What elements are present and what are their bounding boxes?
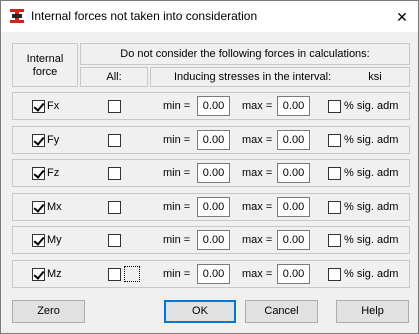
force-checkbox[interactable]	[32, 268, 45, 281]
header-internal-force: Internal force	[26, 53, 64, 78]
help-button[interactable]: Help	[336, 300, 409, 323]
min-input[interactable]: 0.00	[197, 264, 230, 284]
max-label: max =	[242, 100, 273, 112]
header-all: All:	[106, 71, 122, 83]
force-row-fx: Fx min = 0.00 max = 0.00 % sig. adm	[12, 92, 410, 120]
max-input[interactable]: 0.00	[277, 230, 310, 250]
min-label: min =	[163, 234, 191, 246]
pct-sig-adm-label: % sig. adm	[344, 234, 399, 246]
max-input[interactable]: 0.00	[277, 197, 310, 217]
max-label: max =	[242, 167, 273, 179]
max-label: max =	[242, 134, 273, 146]
pct-sig-adm-label: % sig. adm	[344, 100, 399, 112]
min-input[interactable]: 0.00	[197, 230, 230, 250]
min-label: min =	[163, 167, 191, 179]
force-row-fz: Fz min = 0.00 max = 0.00 % sig. adm	[12, 159, 410, 187]
force-checkbox[interactable]	[32, 234, 45, 247]
header-do-not-consider: Do not consider the following forces in …	[120, 48, 370, 60]
header-do-not-consider-cell: Do not consider the following forces in …	[80, 43, 410, 65]
force-row-mx: Mx min = 0.00 max = 0.00 % sig. adm	[12, 193, 410, 221]
pct-sig-adm-label: % sig. adm	[344, 268, 399, 280]
force-label: Fy	[47, 134, 60, 146]
max-label: max =	[242, 201, 273, 213]
all-checkbox[interactable]	[108, 134, 121, 147]
force-checkbox[interactable]	[32, 167, 45, 180]
min-input[interactable]: 0.00	[197, 163, 230, 183]
header-inducing: Inducing stresses in the interval:	[174, 71, 332, 83]
header-internal-force-cell: Internal force	[12, 43, 78, 87]
min-input[interactable]: 0.00	[197, 130, 230, 150]
force-row-fy: Fy min = 0.00 max = 0.00 % sig. adm	[12, 126, 410, 154]
force-label: Mx	[47, 201, 62, 213]
pct-sig-adm-checkbox[interactable]	[328, 100, 341, 113]
header-unit: ksi	[368, 71, 382, 83]
pct-sig-adm-label: % sig. adm	[344, 167, 399, 179]
min-label: min =	[163, 134, 191, 146]
min-label: min =	[163, 100, 191, 112]
header-all-cell: All:	[80, 67, 148, 87]
max-input[interactable]: 0.00	[277, 264, 310, 284]
max-input[interactable]: 0.00	[277, 130, 310, 150]
force-checkbox[interactable]	[32, 201, 45, 214]
max-input[interactable]: 0.00	[277, 163, 310, 183]
pct-sig-adm-checkbox[interactable]	[328, 268, 341, 281]
min-input[interactable]: 0.00	[197, 197, 230, 217]
all-checkbox[interactable]	[108, 268, 121, 281]
min-label: min =	[163, 201, 191, 213]
min-label: min =	[163, 268, 191, 280]
header-inducing-cell: Inducing stresses in the interval: ksi	[150, 67, 410, 87]
pct-sig-adm-checkbox[interactable]	[328, 167, 341, 180]
all-checkbox[interactable]	[108, 201, 121, 214]
title-bar: Internal forces not taken into considera…	[1, 1, 418, 32]
zero-button[interactable]: Zero	[12, 300, 85, 323]
force-label: My	[47, 234, 62, 246]
min-input[interactable]: 0.00	[197, 96, 230, 116]
ok-button[interactable]: OK	[164, 300, 236, 323]
all-checkbox[interactable]	[108, 234, 121, 247]
pct-sig-adm-checkbox[interactable]	[328, 134, 341, 147]
pct-sig-adm-label: % sig. adm	[344, 134, 399, 146]
cancel-button[interactable]: Cancel	[245, 300, 318, 323]
force-checkbox[interactable]	[32, 100, 45, 113]
all-checkbox[interactable]	[108, 100, 121, 113]
force-label: Fx	[47, 100, 60, 112]
force-label: Mz	[47, 268, 62, 280]
window-title: Internal forces not taken into considera…	[31, 9, 258, 23]
all-checkbox[interactable]	[108, 167, 121, 180]
force-row-mz: Mz min = 0.00 max = 0.00 % sig. adm	[12, 260, 410, 288]
close-icon[interactable]: ✕	[392, 7, 412, 27]
force-label: Fz	[47, 167, 60, 179]
pct-sig-adm-checkbox[interactable]	[328, 201, 341, 214]
force-row-my: My min = 0.00 max = 0.00 % sig. adm	[12, 226, 410, 254]
max-label: max =	[242, 234, 273, 246]
max-label: max =	[242, 268, 273, 280]
pct-sig-adm-checkbox[interactable]	[328, 234, 341, 247]
app-icon	[10, 9, 24, 23]
pct-sig-adm-label: % sig. adm	[344, 201, 399, 213]
max-input[interactable]: 0.00	[277, 96, 310, 116]
focus-indicator	[124, 266, 140, 282]
dialog-window: Internal forces not taken into considera…	[0, 0, 419, 334]
force-checkbox[interactable]	[32, 134, 45, 147]
